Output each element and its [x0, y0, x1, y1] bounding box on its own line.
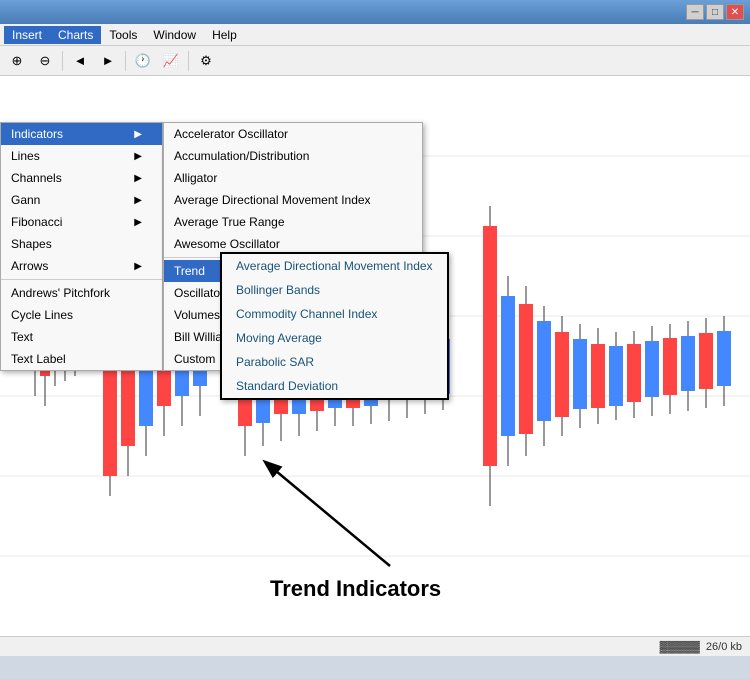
status-indicator: ▓▓▓▓▓	[660, 641, 700, 653]
gann-arrow-icon: ▶	[134, 195, 142, 206]
awesome-osc-label: Awesome Oscillator	[174, 237, 280, 251]
trend-parabolic-item[interactable]: Parabolic SAR	[222, 350, 447, 374]
zoom-in-button[interactable]: ⊕	[4, 49, 30, 73]
insert-arrows-item[interactable]: Arrows ▶	[1, 255, 162, 277]
menu-charts[interactable]: Charts	[50, 26, 101, 44]
chart-type-button[interactable]: 🕐	[130, 49, 156, 73]
insert-fibonacci-item[interactable]: Fibonacci ▶	[1, 211, 162, 233]
scroll-left-button[interactable]: ◄	[67, 49, 93, 73]
window-controls: ─ □ ✕	[686, 4, 744, 20]
atr-label: Average True Range	[174, 215, 285, 229]
fibonacci-arrow-icon: ▶	[134, 217, 142, 228]
custom-label: Custom	[174, 352, 215, 366]
menu-insert[interactable]: Insert	[4, 26, 50, 44]
insert-pitchfork-item[interactable]: Andrews' Pitchfork	[1, 282, 162, 304]
status-bar: ▓▓▓▓▓ 26/0 kb	[0, 636, 750, 656]
svg-text:Trend Indicators: Trend Indicators	[270, 576, 441, 601]
close-button[interactable]: ✕	[726, 4, 744, 20]
menu-help[interactable]: Help	[204, 26, 245, 44]
alligator-label: Alligator	[174, 171, 217, 185]
volumes-label: Volumes	[174, 308, 220, 322]
menu-bar: Insert Charts Tools Window Help	[0, 24, 750, 46]
trend-stddev-item[interactable]: Standard Deviation	[222, 374, 447, 398]
text-label: Text	[11, 330, 33, 344]
accum-dist-label: Accumulation/Distribution	[174, 149, 309, 163]
settings-button[interactable]: ⚙	[193, 49, 219, 73]
zoom-out-button[interactable]: ⊖	[32, 49, 58, 73]
insert-channels-item[interactable]: Channels ▶	[1, 167, 162, 189]
textlabel-label: Text Label	[11, 352, 66, 366]
menu-tools[interactable]: Tools	[101, 26, 145, 44]
trend-admi-item[interactable]: Average Directional Movement Index	[222, 254, 447, 278]
trend-label: Trend	[174, 264, 205, 278]
admi-label: Average Directional Movement Index	[174, 193, 371, 207]
lines-arrow-icon: ▶	[134, 151, 142, 162]
accum-dist-item[interactable]: Accumulation/Distribution	[164, 145, 422, 167]
toolbar-separator-1	[62, 51, 63, 71]
shapes-label: Shapes	[11, 237, 52, 251]
lines-label: Lines	[11, 149, 40, 163]
atr-item[interactable]: Average True Range	[164, 211, 422, 233]
insert-gann-item[interactable]: Gann ▶	[1, 189, 162, 211]
alligator-item[interactable]: Alligator	[164, 167, 422, 189]
trend-submenu: Average Directional Movement Index Bolli…	[220, 252, 449, 400]
arrows-arrow-icon: ▶	[134, 261, 142, 272]
insert-textlabel-item[interactable]: Text Label	[1, 348, 162, 370]
admi-item[interactable]: Average Directional Movement Index	[164, 189, 422, 211]
trend-ma-item[interactable]: Moving Average	[222, 326, 447, 350]
toolbar-separator-3	[188, 51, 189, 71]
insert-cyclelines-item[interactable]: Cycle Lines	[1, 304, 162, 326]
pitchfork-label: Andrews' Pitchfork	[11, 286, 110, 300]
insert-menu-popup: Indicators ▶ Lines ▶ Channels ▶ Gann ▶ F…	[0, 122, 163, 371]
status-info: 26/0 kb	[706, 641, 742, 653]
fibonacci-label: Fibonacci	[11, 215, 62, 229]
title-bar: ─ □ ✕	[0, 0, 750, 24]
insert-indicators-item[interactable]: Indicators ▶	[1, 123, 162, 145]
insert-shapes-item[interactable]: Shapes	[1, 233, 162, 255]
minimize-button[interactable]: ─	[686, 4, 704, 20]
accelerator-osc-label: Accelerator Oscillator	[174, 127, 288, 141]
trend-bollinger-item[interactable]: Bollinger Bands	[222, 278, 447, 302]
maximize-button[interactable]: □	[706, 4, 724, 20]
arrows-label: Arrows	[11, 259, 48, 273]
trend-cci-item[interactable]: Commodity Channel Index	[222, 302, 447, 326]
cyclelines-label: Cycle Lines	[11, 308, 73, 322]
separator-1	[1, 279, 162, 280]
insert-lines-item[interactable]: Lines ▶	[1, 145, 162, 167]
toolbar-separator-2	[125, 51, 126, 71]
chart-area: Trend Indicators Indicators ▶ Lines ▶ Ch…	[0, 76, 750, 636]
insert-text-item[interactable]: Text	[1, 326, 162, 348]
toolbar: ⊕ ⊖ ◄ ► 🕐 📈 ⚙	[0, 46, 750, 76]
accelerator-osc-item[interactable]: Accelerator Oscillator	[164, 123, 422, 145]
channels-label: Channels	[11, 171, 62, 185]
gann-label: Gann	[11, 193, 40, 207]
scroll-right-button[interactable]: ►	[95, 49, 121, 73]
indicator-button[interactable]: 📈	[158, 49, 184, 73]
channels-arrow-icon: ▶	[134, 173, 142, 184]
menu-window[interactable]: Window	[145, 26, 204, 44]
indicators-label: Indicators	[11, 127, 63, 141]
indicators-arrow-icon: ▶	[134, 129, 142, 140]
